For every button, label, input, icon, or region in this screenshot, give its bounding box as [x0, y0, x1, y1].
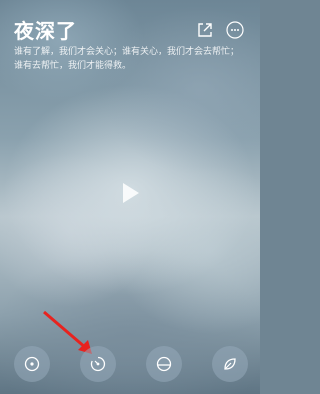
leaf-button[interactable] [212, 346, 248, 382]
focus-button[interactable] [14, 346, 50, 382]
page-title: 夜深了 [14, 19, 77, 43]
quote-text: 谁有了解，我们才会关心；谁有关心，我们才会去帮忙；谁有去帮忙，我们才能得救。 [14, 47, 240, 71]
sunset-button[interactable] [146, 346, 182, 382]
leaf-icon [224, 358, 236, 370]
share-icon[interactable] [197, 22, 213, 38]
play-icon[interactable] [122, 182, 140, 204]
bottom-toolbar [0, 346, 260, 394]
target-icon [24, 356, 40, 372]
timer-icon [90, 356, 106, 372]
timer-button[interactable] [80, 346, 116, 382]
more-icon[interactable] [226, 21, 244, 39]
sunset-icon [156, 356, 172, 372]
